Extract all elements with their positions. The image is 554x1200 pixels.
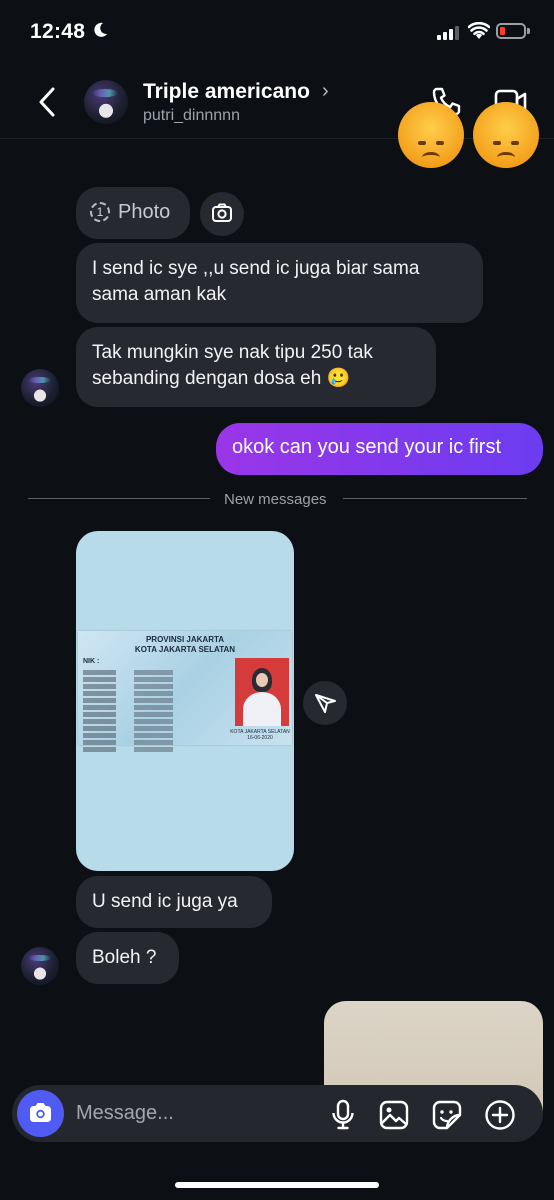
signal-icon [437, 26, 459, 40]
message-input[interactable]: Message... [76, 1102, 174, 1125]
id-card-image: PROVINSI JAKARTA KOTA JAKARTA SELATAN NI… [78, 631, 292, 752]
send-icon [315, 694, 336, 713]
id-card-caption: KOTA JAKARTA SELATAN 16-06-2020 [230, 729, 290, 741]
incoming-message[interactable]: U send ic juga ya [76, 876, 272, 928]
outgoing-message[interactable]: okok can you send your ic first [216, 423, 543, 475]
sad-emoji-icon [398, 102, 464, 168]
camera-icon [212, 203, 232, 222]
share-button[interactable] [303, 681, 347, 725]
sender-avatar[interactable] [21, 947, 59, 985]
microphone-icon[interactable] [330, 1099, 356, 1131]
id-card-nik-label: NIK : [83, 658, 100, 665]
sad-emoji-icon [473, 102, 539, 168]
contact-username[interactable]: putri_dinnnnn [143, 107, 240, 125]
back-arrow-icon[interactable] [36, 86, 58, 118]
sticker-icon[interactable] [431, 1099, 463, 1131]
sender-avatar[interactable] [21, 369, 59, 407]
new-messages-divider: New messages [224, 491, 327, 508]
home-indicator[interactable] [175, 1182, 379, 1188]
profile-avatar[interactable] [84, 80, 128, 124]
contact-name[interactable]: Triple americano [143, 80, 310, 104]
id-card-province: PROVINSI JAKARTA [145, 635, 225, 644]
status-time: 12:48 [30, 20, 86, 43]
image-message[interactable]: PROVINSI JAKARTA KOTA JAKARTA SELATAN NI… [76, 531, 294, 871]
incoming-message[interactable]: Tak mungkin sye nak tipu 250 tak sebandi… [76, 327, 436, 407]
incoming-message[interactable]: Boleh ? [76, 932, 179, 984]
wifi-icon [468, 22, 490, 39]
add-icon[interactable] [484, 1099, 516, 1131]
reply-camera-button[interactable] [200, 192, 244, 236]
divider-line [28, 498, 210, 499]
header-divider [0, 138, 554, 139]
view-once-icon: 1 [90, 202, 110, 222]
moon-icon [94, 22, 107, 37]
battery-icon [496, 23, 526, 39]
battery-tip [527, 28, 530, 34]
camera-icon [30, 1103, 51, 1122]
camera-button[interactable] [17, 1090, 64, 1137]
divider-line [343, 498, 527, 499]
id-card-details [83, 670, 233, 754]
id-card-photo [235, 658, 289, 726]
chevron-right-icon[interactable]: › [322, 80, 329, 103]
photo-label: Photo [118, 201, 171, 223]
view-once-photo[interactable]: 1 Photo [76, 187, 190, 239]
incoming-message[interactable]: I send ic sye ,,u send ic juga biar sama… [76, 243, 483, 323]
id-card-city: KOTA JAKARTA SELATAN [134, 645, 236, 654]
gallery-icon[interactable] [378, 1099, 410, 1131]
